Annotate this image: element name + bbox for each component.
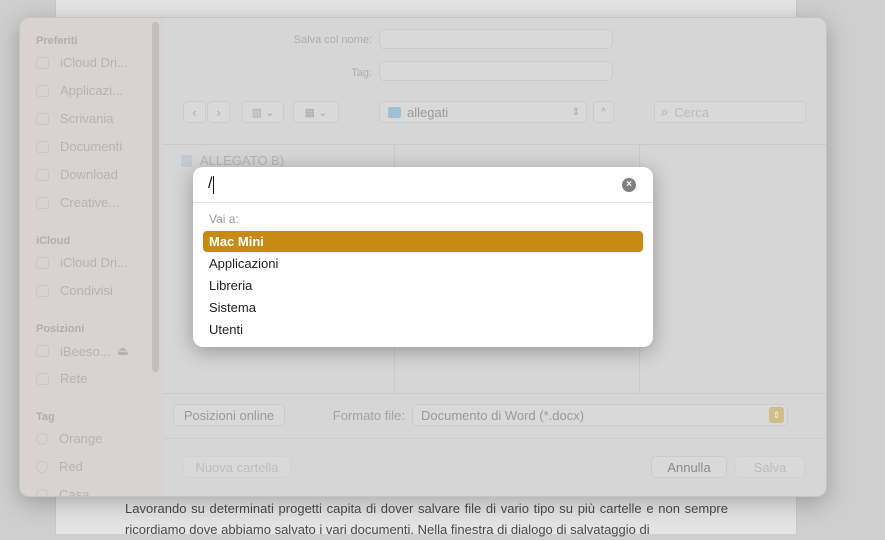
file-item[interactable]: ALLEGATO B) bbox=[181, 153, 284, 168]
format-label: Formato file: bbox=[332, 408, 405, 423]
cancel-button[interactable]: Annulla bbox=[651, 456, 727, 478]
clear-icon[interactable]: × bbox=[622, 178, 636, 192]
text-cursor bbox=[213, 176, 214, 194]
location-popup[interactable]: allegati ⇕ bbox=[379, 101, 587, 123]
columns-icon: ▥ ⌄ bbox=[251, 106, 275, 119]
tag-dot-icon bbox=[36, 460, 48, 473]
search-icon: ⌕ bbox=[661, 104, 669, 119]
goto-option[interactable]: Libreria bbox=[203, 275, 643, 296]
sidebar: Preferiti iCloud Dri... Applicazi... Scr… bbox=[20, 18, 163, 496]
goto-option[interactable]: Utenti bbox=[203, 319, 643, 340]
cloud-icon bbox=[36, 56, 49, 69]
chevron-right-icon: › bbox=[216, 104, 221, 120]
desktop-icon bbox=[36, 112, 49, 125]
back-button[interactable]: ‹ bbox=[183, 101, 206, 123]
goto-option[interactable]: Sistema bbox=[203, 297, 643, 318]
search-field[interactable]: ⌕ Cerca bbox=[654, 101, 806, 123]
save-as-label: Salva col nome: bbox=[293, 34, 372, 46]
divider bbox=[163, 438, 826, 439]
sidebar-item[interactable]: Download bbox=[36, 167, 118, 182]
goto-header: Vai a: bbox=[209, 212, 239, 226]
group-button[interactable]: ▦ ⌄ bbox=[293, 101, 339, 123]
goto-option[interactable]: Applicazioni bbox=[203, 253, 643, 274]
apps-icon bbox=[36, 84, 49, 97]
chevron-left-icon: ‹ bbox=[192, 104, 197, 120]
forward-button[interactable]: › bbox=[207, 101, 230, 123]
sidebar-item[interactable]: Scrivania bbox=[36, 111, 113, 126]
sidebar-item[interactable]: iCloud Dri... bbox=[36, 55, 128, 70]
goto-folder-popup: / × Vai a: Mac Mini Applicazioni Libreri… bbox=[193, 167, 653, 347]
sidebar-scrollbar[interactable] bbox=[152, 22, 159, 372]
document-icon bbox=[36, 140, 49, 153]
download-icon bbox=[36, 168, 49, 181]
drive-icon bbox=[36, 345, 49, 357]
tag-input[interactable] bbox=[379, 61, 613, 81]
word-file-icon bbox=[181, 154, 192, 167]
updown-chevron-icon: ⇕ bbox=[769, 407, 784, 423]
goto-option[interactable]: Mac Mini bbox=[203, 231, 643, 252]
chevron-up-icon: ^ bbox=[601, 106, 606, 118]
sidebar-section-title: Preferiti bbox=[36, 35, 78, 47]
cloud-icon bbox=[36, 256, 49, 269]
network-icon bbox=[36, 372, 49, 385]
sidebar-item[interactable]: Red bbox=[36, 459, 83, 474]
folder-icon bbox=[36, 196, 49, 209]
folder-icon bbox=[388, 106, 401, 118]
eject-icon[interactable]: ⏏ bbox=[117, 343, 129, 359]
expand-button[interactable]: ^ bbox=[593, 101, 614, 123]
shared-folder-icon bbox=[36, 284, 49, 297]
sidebar-item[interactable]: Rete bbox=[36, 371, 87, 386]
sidebar-item[interactable]: Documenti bbox=[36, 139, 122, 154]
sidebar-item[interactable]: iCloud Dri... bbox=[36, 255, 128, 270]
grid-icon: ▦ ⌄ bbox=[304, 106, 328, 119]
sidebar-item[interactable]: Casa bbox=[36, 487, 89, 496]
sidebar-item[interactable]: Orange bbox=[36, 431, 102, 446]
save-button[interactable]: Salva bbox=[735, 456, 805, 478]
goto-path-input[interactable]: / × bbox=[193, 167, 653, 203]
online-locations-button[interactable]: Posizioni online bbox=[173, 404, 285, 426]
tag-label: Tag: bbox=[351, 67, 372, 79]
sidebar-item[interactable]: Condivisi bbox=[36, 283, 113, 298]
tag-dot-icon bbox=[36, 488, 48, 496]
divider bbox=[163, 393, 826, 394]
format-select[interactable]: Documento di Word (*.docx) ⇕ bbox=[412, 404, 788, 426]
updown-chevron-icon: ⇕ bbox=[571, 106, 580, 118]
tag-dot-icon bbox=[36, 432, 48, 445]
new-folder-button[interactable]: Nuova cartella bbox=[183, 456, 291, 478]
sidebar-item[interactable]: Creative... bbox=[36, 195, 119, 210]
sidebar-item[interactable]: iBeeso... ⏏ bbox=[36, 343, 129, 359]
save-as-input[interactable] bbox=[379, 29, 613, 49]
sidebar-section-title: Tag bbox=[36, 411, 55, 423]
sidebar-section-title: iCloud bbox=[36, 235, 71, 247]
sidebar-item[interactable]: Applicazi... bbox=[36, 83, 123, 98]
view-columns-button[interactable]: ▥ ⌄ bbox=[242, 101, 284, 123]
sidebar-section-title: Posizioni bbox=[36, 323, 85, 335]
